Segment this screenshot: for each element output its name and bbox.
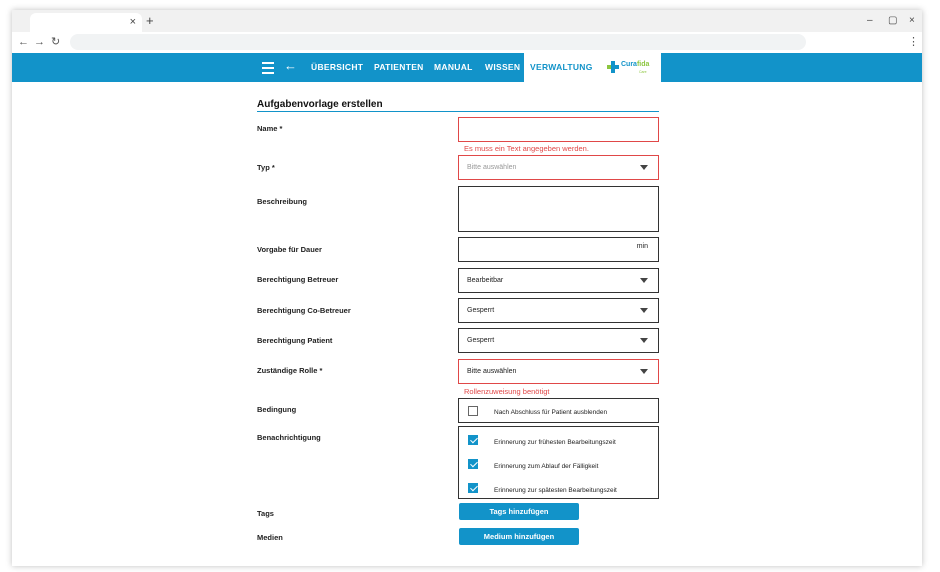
bedingung-label: Bedingung: [257, 405, 297, 414]
medien-label: Medien: [257, 533, 283, 542]
browser-back-icon[interactable]: ←: [18, 35, 29, 49]
nav-item-manual[interactable]: MANUAL: [434, 53, 473, 82]
nav-item-uebersicht[interactable]: ÜBERSICHT: [311, 53, 363, 82]
bedingung-option[interactable]: Nach Abschluss für Patient ausblenden: [459, 399, 658, 423]
benachrichtigung-label: Benachrichtigung: [257, 433, 321, 442]
typ-select[interactable]: Bitte auswählen: [458, 155, 659, 180]
benachrichtigung-option[interactable]: Erinnerung zur frühesten Bearbeitungszei…: [459, 427, 658, 451]
berechtigung-patient-label: Berechtigung Patient: [257, 336, 333, 345]
benachrichtigung-box: Erinnerung zur frühesten Bearbeitungszei…: [458, 426, 659, 499]
checkbox-checked-icon[interactable]: [468, 483, 478, 493]
typ-label: Typ *: [257, 163, 275, 172]
url-input[interactable]: [70, 34, 806, 50]
benachrichtigung-option[interactable]: Erinnerung zum Ablauf der Fälligkeit: [459, 451, 658, 475]
tab-close-icon[interactable]: ×: [130, 15, 136, 29]
dauer-label: Vorgabe für Dauer: [257, 245, 322, 254]
chevron-down-icon: [640, 369, 648, 374]
new-tab-icon[interactable]: +: [146, 14, 154, 28]
benachrichtigung-option[interactable]: Erinnerung zur spätesten Bearbeitungszei…: [459, 475, 658, 499]
add-medium-button[interactable]: Medium hinzufügen: [459, 528, 579, 545]
name-input[interactable]: [458, 117, 659, 142]
chevron-down-icon: [640, 165, 648, 170]
berechtigung-betreuer-select[interactable]: Bearbeitbar: [458, 268, 659, 293]
name-label: Name *: [257, 124, 283, 133]
logo-text: Curafida: [621, 61, 650, 68]
name-error: Es muss ein Text angegeben werden.: [464, 144, 589, 153]
chevron-down-icon: [640, 338, 648, 343]
window-close-icon[interactable]: ×: [909, 14, 915, 28]
nav-item-patienten[interactable]: PATIENTEN: [374, 53, 424, 82]
dauer-input[interactable]: min: [458, 237, 659, 262]
dauer-unit: min: [636, 243, 648, 250]
page-title: Aufgabenvorlage erstellen: [257, 99, 383, 110]
berechtigung-co-betreuer-select[interactable]: Gesperrt: [458, 298, 659, 323]
title-divider: [257, 111, 659, 112]
chevron-down-icon: [640, 278, 648, 283]
berechtigung-patient-select[interactable]: Gesperrt: [458, 328, 659, 353]
bedingung-checkbox[interactable]: [468, 406, 478, 416]
curafida-logo[interactable]: Curafida Care: [595, 53, 661, 82]
tab-strip: × + – ▢ ×: [12, 10, 922, 32]
checkbox-checked-icon[interactable]: [468, 435, 478, 445]
browser-menu-icon[interactable]: ⋮: [908, 35, 919, 49]
browser-window: × + – ▢ × ← → ↻ ⋮ ← ÜBERSICHT PATIENTEN …: [12, 10, 922, 566]
nav-item-verwaltung[interactable]: VERWALTUNG: [524, 53, 599, 82]
logo-cross-icon: [607, 61, 619, 73]
berechtigung-co-betreuer-label: Berechtigung Co-Betreuer: [257, 306, 351, 315]
beschreibung-textarea[interactable]: [458, 186, 659, 232]
browser-tab[interactable]: ×: [30, 13, 142, 32]
checkbox-checked-icon[interactable]: [468, 459, 478, 469]
browser-forward-icon[interactable]: →: [34, 35, 45, 49]
add-tags-button[interactable]: Tags hinzufügen: [459, 503, 579, 520]
beschreibung-label: Beschreibung: [257, 197, 308, 206]
rolle-error: Rollenzuweisung benötigt: [464, 387, 550, 396]
rolle-select[interactable]: Bitte auswählen: [458, 359, 659, 384]
address-bar-row: ← → ↻ ⋮: [12, 32, 922, 53]
logo-subtext: Care: [639, 70, 647, 74]
chevron-down-icon: [640, 308, 648, 313]
berechtigung-betreuer-label: Berechtigung Betreuer: [257, 275, 339, 284]
back-arrow-icon[interactable]: ←: [284, 57, 297, 75]
nav-item-wissen[interactable]: WISSEN: [485, 53, 520, 82]
minimize-icon[interactable]: –: [867, 14, 873, 28]
hamburger-menu-icon[interactable]: [262, 59, 274, 74]
reload-icon[interactable]: ↻: [51, 35, 60, 49]
rolle-label: Zuständige Rolle *: [257, 366, 323, 375]
tags-label: Tags: [257, 509, 274, 518]
app-header: ← ÜBERSICHT PATIENTEN MANUAL WISSEN VERW…: [12, 53, 922, 82]
bedingung-box: Nach Abschluss für Patient ausblenden: [458, 398, 659, 423]
restore-icon[interactable]: ▢: [888, 14, 897, 28]
